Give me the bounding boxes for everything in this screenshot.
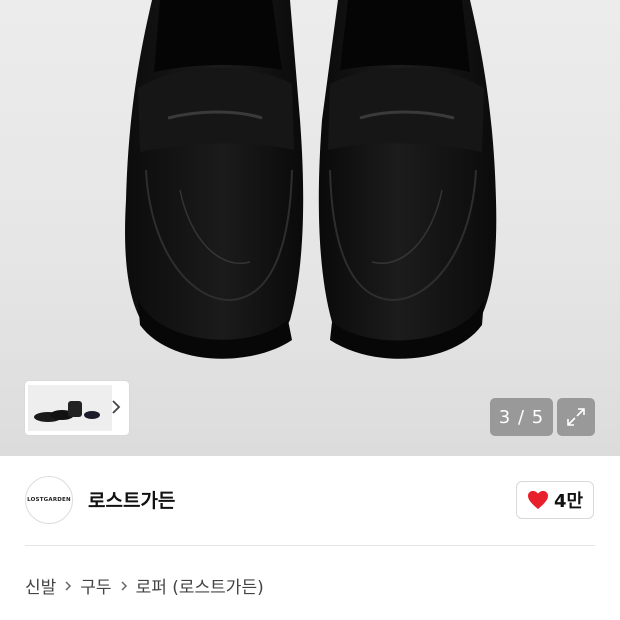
thumbnail-image: [34, 401, 100, 422]
breadcrumb-item-shoes[interactable]: 신발: [25, 573, 56, 598]
breadcrumb-item-dress-shoes[interactable]: 구두: [80, 573, 111, 598]
brand-logo-text: LOSTGARDEN: [27, 497, 71, 503]
brand-name[interactable]: 로스트가든: [88, 486, 175, 513]
left-loafer: [125, 0, 304, 359]
chevron-right-icon: [65, 580, 72, 591]
like-count: 4만: [553, 491, 584, 512]
thumbnail-strip[interactable]: [25, 381, 129, 435]
like-button[interactable]: 4만: [516, 481, 594, 519]
breadcrumb: 신발 구두 로퍼 (로스트가든): [25, 573, 264, 598]
chevron-right-icon: [121, 580, 127, 591]
product-image[interactable]: 3 / 5: [0, 0, 620, 456]
breadcrumb-item-loafer[interactable]: 로퍼 (로스트가든): [136, 573, 264, 598]
shoe-thumbnail[interactable]: [28, 385, 112, 431]
right-loafer: [318, 0, 497, 359]
image-counter: 3 / 5: [490, 398, 553, 436]
chevron-right-icon[interactable]: [109, 397, 123, 417]
heart-icon: [527, 490, 548, 510]
brand-logo[interactable]: LOSTGARDEN: [25, 476, 73, 524]
expand-arrows-icon: [567, 408, 585, 426]
divider: [25, 545, 595, 546]
brand-row: LOSTGARDEN 로스트가든 4만: [0, 456, 620, 546]
expand-button[interactable]: [557, 398, 595, 436]
